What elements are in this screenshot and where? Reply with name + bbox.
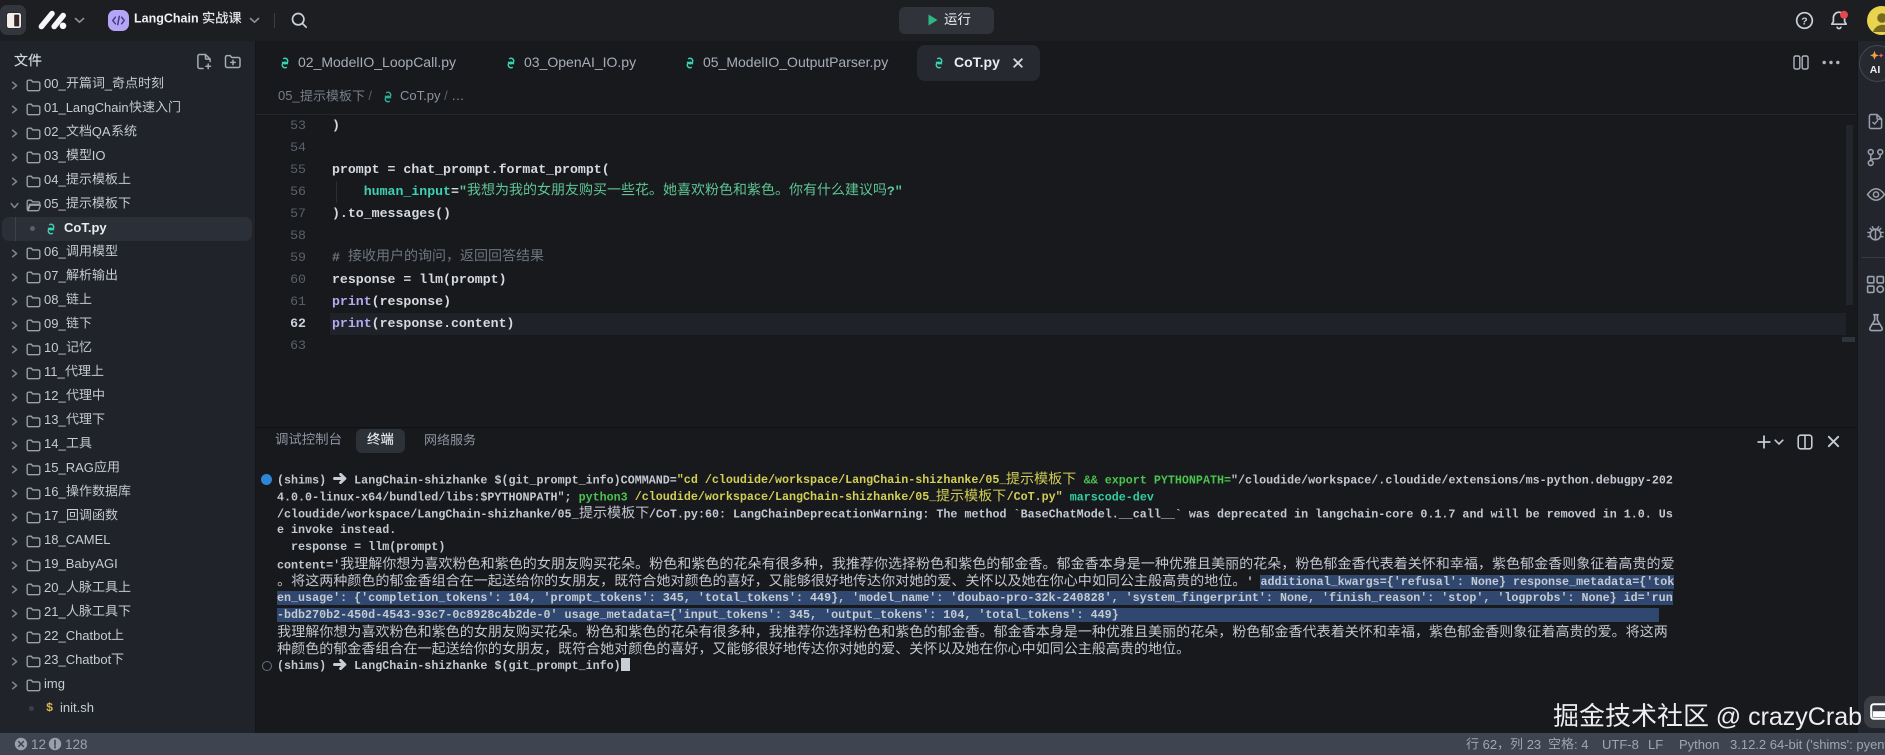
svg-text:AI: AI	[1870, 65, 1881, 76]
svg-text:?: ?	[1801, 15, 1807, 27]
